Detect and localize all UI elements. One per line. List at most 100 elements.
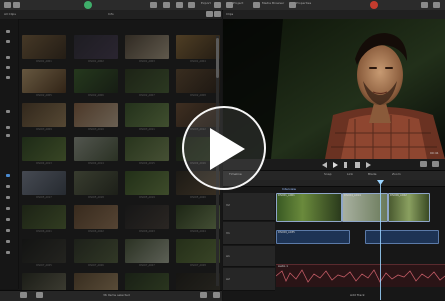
clip-thumbnail[interactable] [176, 239, 220, 263]
track-header-a2[interactable] [223, 268, 275, 291]
clip-thumbnail[interactable] [22, 273, 66, 290]
back-icon[interactable] [226, 2, 233, 8]
video-clip[interactable] [388, 193, 430, 222]
tab-properties[interactable]: Properties [296, 1, 311, 5]
clip-thumbnail[interactable] [125, 273, 169, 290]
sidebar-item-active[interactable] [6, 174, 10, 177]
tab-media-browser[interactable]: Media Browser [262, 1, 284, 5]
rewind-icon[interactable] [322, 162, 327, 168]
volume-icon[interactable] [420, 161, 427, 167]
clip-thumbnail[interactable] [74, 137, 118, 161]
sidebar-item[interactable] [6, 240, 10, 243]
clip-thumbnail[interactable] [74, 205, 118, 229]
viewer-fullscreen-icon[interactable] [432, 161, 439, 167]
clip-thumbnail[interactable] [22, 35, 66, 59]
clip-thumbnail[interactable] [22, 205, 66, 229]
clip-thumbnail[interactable] [74, 171, 118, 195]
clip-thumbnail[interactable] [22, 171, 66, 195]
timeline-ruler[interactable] [223, 180, 445, 187]
play-button[interactable] [333, 162, 338, 168]
clip-thumbnail[interactable] [125, 69, 169, 93]
clip-thumbnail[interactable] [176, 205, 220, 229]
clip-caption: DSC06_A024 [190, 230, 206, 233]
clip-thumbnail[interactable] [125, 137, 169, 161]
sidebar-item[interactable] [6, 218, 10, 221]
sidebar-item[interactable] [6, 56, 10, 59]
fullscreen-icon[interactable] [433, 2, 440, 8]
toolbar-blade[interactable]: Blade [368, 172, 376, 176]
window-icon[interactable] [421, 2, 428, 8]
video-clip[interactable] [276, 193, 342, 222]
tab-project[interactable]: Project [233, 1, 243, 5]
clip-thumbnail[interactable] [125, 171, 169, 195]
sidebar-item[interactable] [6, 76, 10, 79]
track-header-v1[interactable] [223, 222, 275, 245]
clip-thumbnail[interactable] [74, 35, 118, 59]
play-icon [210, 128, 245, 170]
playhead[interactable] [380, 180, 381, 300]
settings-icon[interactable] [214, 2, 221, 8]
sidebar-item[interactable] [6, 229, 10, 232]
clip-thumbnail[interactable] [125, 239, 169, 263]
linked-clip[interactable] [365, 230, 439, 244]
sidebar-item[interactable] [6, 134, 10, 137]
grid-size-icon[interactable] [20, 292, 27, 298]
sidebar-item[interactable] [6, 251, 10, 254]
clip-thumbnail[interactable] [74, 239, 118, 263]
add-icon[interactable] [36, 292, 43, 298]
sidebar-item[interactable] [6, 196, 10, 199]
import-icon[interactable] [176, 2, 183, 8]
grid-view-icon[interactable] [206, 11, 213, 17]
clip-thumbnail[interactable] [22, 137, 66, 161]
clip-thumbnail[interactable] [74, 273, 118, 290]
library-scrollbar-thumb[interactable] [216, 38, 219, 78]
clip-caption: DSC05_A017 [36, 196, 52, 199]
list-icon[interactable] [163, 2, 170, 8]
fit-icon[interactable] [213, 292, 220, 298]
toolbar-snap[interactable]: Snap [324, 172, 332, 176]
library-icon[interactable] [150, 2, 157, 8]
clip-thumbnail[interactable] [176, 35, 220, 59]
clip-thumbnail[interactable] [22, 103, 66, 127]
clip-thumbnail[interactable] [125, 205, 169, 229]
add-track-button[interactable]: Add Track [350, 293, 365, 297]
record-icon[interactable] [370, 1, 378, 9]
sidebar-item[interactable] [6, 110, 10, 113]
list-view-icon[interactable] [214, 11, 221, 17]
zoom-icon[interactable] [200, 292, 207, 298]
sidebar-toggle-icon[interactable] [13, 2, 20, 8]
pause-icon[interactable] [344, 162, 347, 168]
clip-thumbnail[interactable] [125, 103, 169, 127]
toolbar-zoom[interactable]: Zoom [392, 172, 401, 176]
stop-icon[interactable] [355, 162, 360, 168]
clip-caption: DSC03_A010 [88, 128, 104, 131]
sidebar-item[interactable] [6, 126, 10, 129]
sidebar-item[interactable] [6, 30, 10, 33]
forward-icon[interactable] [366, 162, 371, 168]
clip-label: DSC09_A035 [278, 231, 295, 234]
clip-thumbnail[interactable] [125, 35, 169, 59]
sidebar-item[interactable] [6, 66, 10, 69]
clip-thumbnail[interactable] [22, 69, 66, 93]
share-icon[interactable] [188, 2, 195, 8]
clip-thumbnail[interactable] [176, 69, 220, 93]
menu-icon[interactable] [4, 2, 11, 8]
video-clip[interactable] [342, 193, 388, 222]
play-overlay-button[interactable] [182, 106, 266, 190]
info-label[interactable]: Info [108, 12, 114, 16]
toolbar-link[interactable]: Link [347, 172, 353, 176]
sidebar-item[interactable] [6, 207, 10, 210]
sidebar-item[interactable] [6, 40, 10, 43]
clip-thumbnail[interactable] [176, 273, 220, 290]
audio-waveform [275, 269, 445, 283]
track-header-a1[interactable] [223, 246, 275, 267]
properties-icon[interactable] [289, 2, 296, 8]
clip-thumbnail[interactable] [22, 239, 66, 263]
folder-icon[interactable] [253, 2, 260, 8]
clip-thumbnail[interactable] [74, 69, 118, 93]
export-label[interactable]: Export [201, 1, 211, 5]
audio-clip[interactable] [275, 264, 445, 287]
clip-thumbnail[interactable] [74, 103, 118, 127]
sidebar-item[interactable] [6, 185, 10, 188]
track-header-v2[interactable] [223, 193, 275, 221]
